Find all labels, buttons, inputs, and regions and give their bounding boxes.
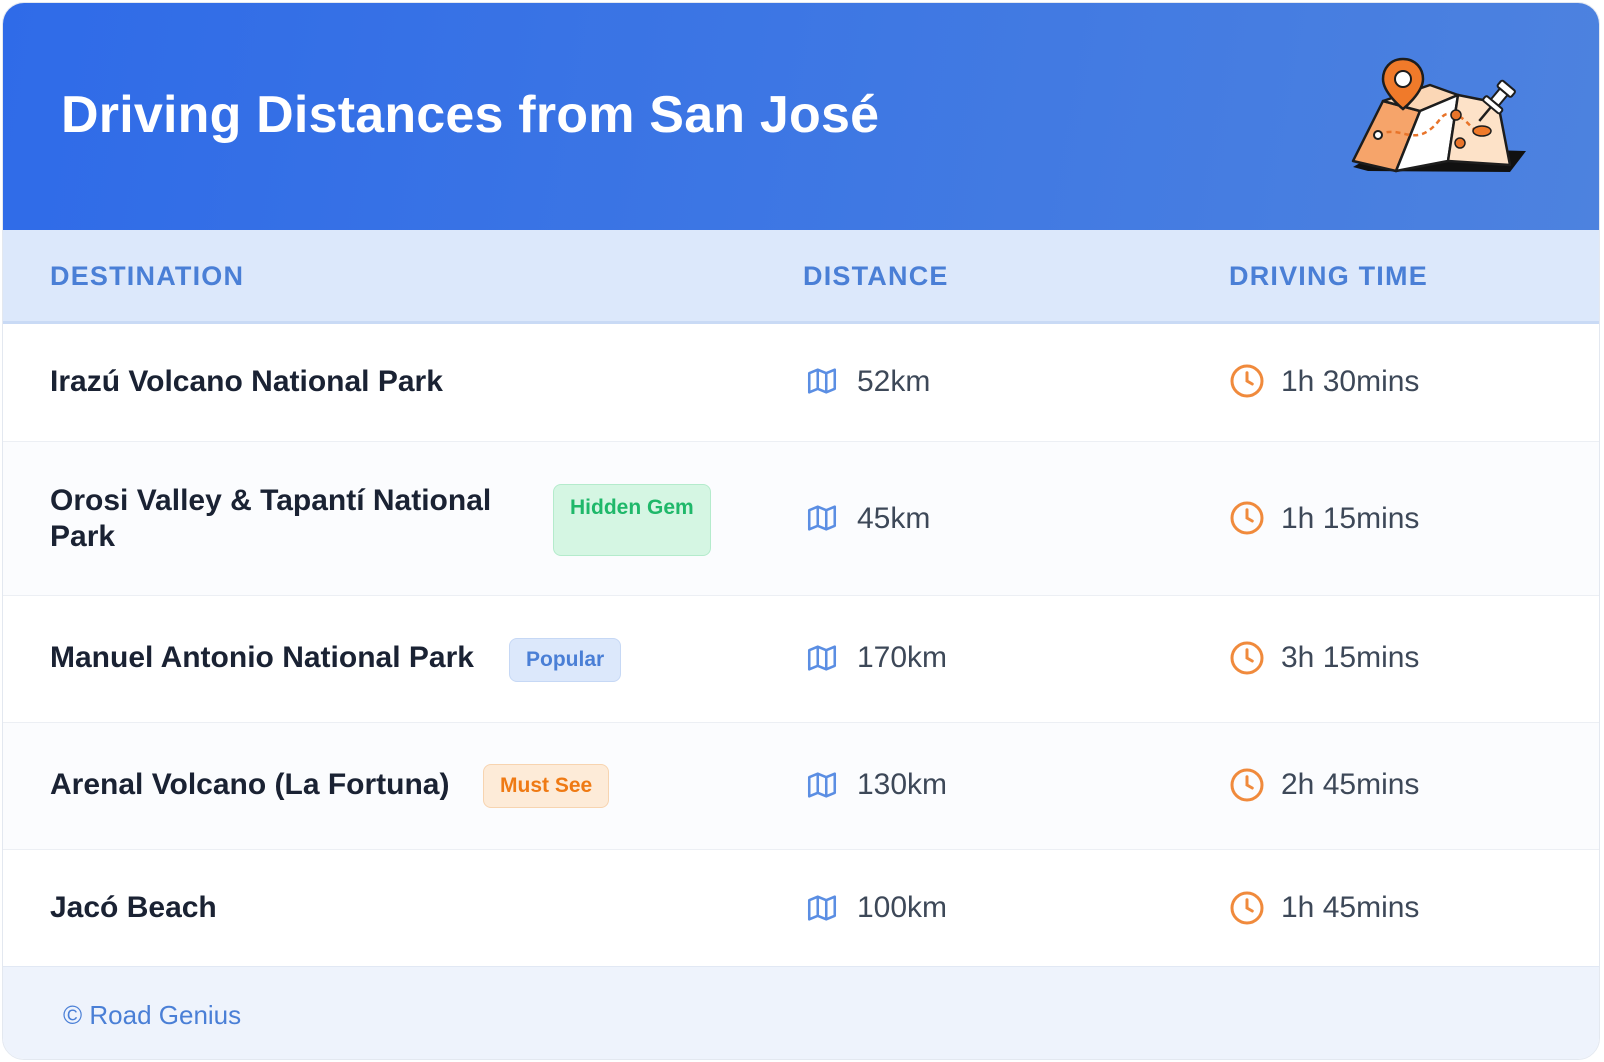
driving-time-value: 1h 30mins: [1281, 365, 1420, 398]
table-row: Manuel Antonio National Park Popular 170…: [3, 596, 1599, 723]
destination-name: Manuel Antonio National Park: [50, 641, 474, 674]
distance-value: 170km: [857, 641, 948, 674]
driving-time-value: 3h 15mins: [1281, 641, 1420, 674]
driving-time-value: 2h 45mins: [1281, 768, 1420, 801]
column-header-distance[interactable]: DISTANCE: [803, 261, 949, 292]
column-header-driving-time[interactable]: DRIVING TIME: [1229, 261, 1428, 292]
folded-map-with-pins-icon: [1351, 57, 1526, 173]
destination-name: Jacó Beach: [50, 891, 217, 924]
table-row: Jacó Beach 100km 1h 45mins: [3, 850, 1599, 966]
popular-badge: Popular: [509, 638, 622, 682]
distance-value: 130km: [857, 768, 948, 801]
map-icon: [807, 505, 837, 531]
distance-value: 45km: [857, 502, 931, 535]
destination-name: Arenal Volcano (La Fortuna): [50, 768, 450, 801]
distance-value: 52km: [857, 365, 931, 398]
table-header: DESTINATION DISTANCE DRIVING TIME: [3, 230, 1599, 324]
clock-icon: [1230, 891, 1264, 925]
map-icon: [807, 645, 837, 671]
table-row: Orosi Valley & Tapantí National Park Hid…: [3, 442, 1599, 596]
destination-name: Irazú Volcano National Park: [50, 365, 443, 398]
clock-icon: [1230, 364, 1264, 398]
footer: © Road Genius: [3, 966, 1599, 1059]
map-icon: [807, 772, 837, 798]
map-icon: [807, 368, 837, 394]
copyright-credit[interactable]: © Road Genius: [63, 1000, 241, 1031]
header-banner: Driving Distances from San José: [3, 3, 1599, 230]
clock-icon: [1230, 641, 1264, 675]
clock-icon: [1230, 501, 1264, 535]
page-title: Driving Distances from San José: [61, 86, 880, 144]
table-row: Irazú Volcano National Park 52km 1h 30mi…: [3, 324, 1599, 442]
column-header-destination[interactable]: DESTINATION: [50, 261, 244, 292]
driving-time-value: 1h 15mins: [1281, 502, 1420, 535]
driving-time-value: 1h 45mins: [1281, 891, 1420, 924]
hidden-gem-badge: Hidden Gem: [553, 484, 711, 556]
clock-icon: [1230, 768, 1264, 802]
distance-value: 100km: [857, 891, 948, 924]
map-icon: [807, 895, 837, 921]
table-row: Arenal Volcano (La Fortuna) Must See 130…: [3, 723, 1599, 850]
must-see-badge: Must See: [483, 764, 610, 808]
destination-name: Orosi Valley & Tapantí National Park: [50, 484, 492, 553]
distance-card: Driving Distances from San José DESTINAT…: [2, 2, 1600, 1060]
